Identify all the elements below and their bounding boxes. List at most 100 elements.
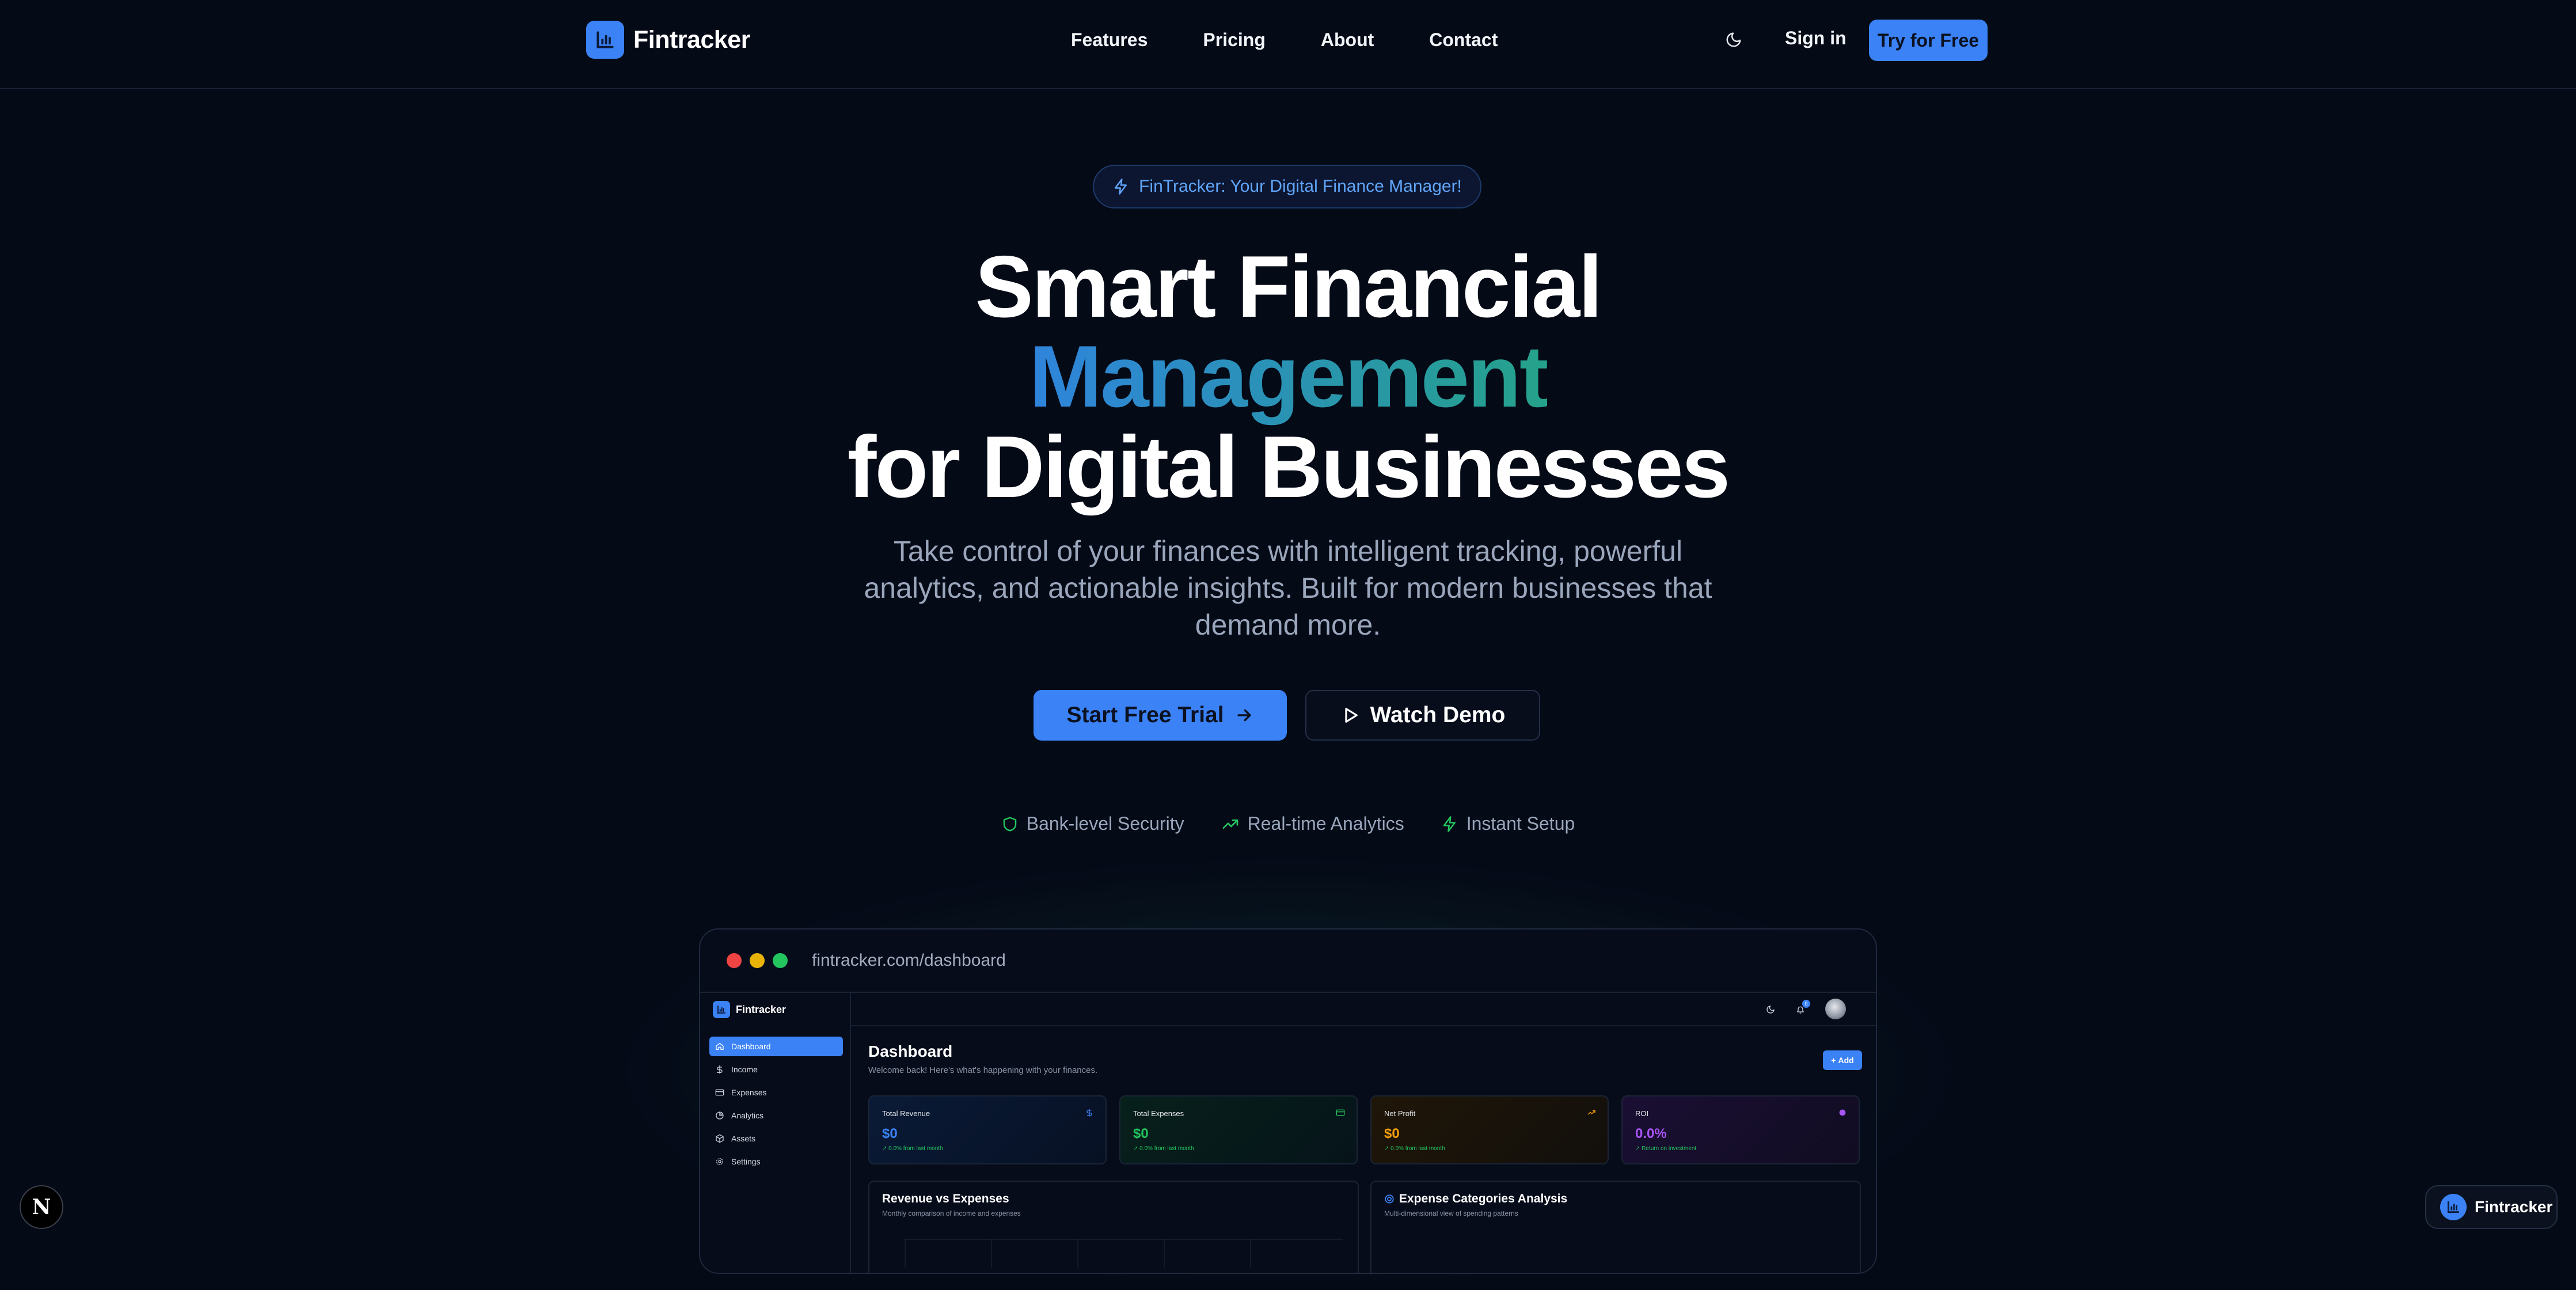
window-close-dot <box>727 953 742 968</box>
stat-value: 0.0% <box>1635 1126 1667 1141</box>
home-icon <box>716 1043 724 1050</box>
stat-value: $0 <box>1384 1126 1400 1141</box>
revenue-vs-expenses-panel: Revenue vs Expenses Monthly comparison o… <box>868 1181 1359 1273</box>
nav-links: Features Pricing About Contact <box>1071 26 1553 53</box>
theme-toggle-button[interactable] <box>1720 26 1747 53</box>
notification-count: 0 <box>1802 1000 1810 1008</box>
nav-link-contact[interactable]: Contact <box>1429 29 1498 51</box>
expense-categories-panel: Expense Categories Analysis Multi-dimens… <box>1370 1181 1861 1273</box>
stat-change: ↗ 0.0% from last month <box>1133 1145 1194 1152</box>
play-icon <box>1344 708 1358 723</box>
try-for-free-button[interactable]: Try for Free <box>1869 20 1988 61</box>
sidebar-item-income[interactable]: Income <box>709 1060 843 1079</box>
stat-change: ↗ 0.0% from last month <box>882 1145 943 1152</box>
sidebar-item-label: Income <box>731 1065 758 1074</box>
add-button[interactable]: + Add <box>1823 1050 1862 1070</box>
feature-analytics: Real-time Analytics <box>1221 813 1404 834</box>
stat-label: Total Revenue <box>882 1109 930 1118</box>
top-nav: Fintracker Features Pricing About Contac… <box>0 0 2576 89</box>
sign-in-link[interactable]: Sign in <box>1785 28 1846 49</box>
stat-card-net-profit: Net Profit $0 ↗ 0.0% from last month <box>1370 1095 1609 1164</box>
trending-up-icon <box>1587 1110 1595 1115</box>
box-icon <box>716 1134 724 1143</box>
preview-theme-toggle[interactable] <box>1762 1001 1779 1018</box>
stat-value: $0 <box>882 1126 898 1141</box>
panel-title-row: Expense Categories Analysis <box>1384 1192 1860 1206</box>
pie-chart-icon <box>716 1111 724 1120</box>
lightning-icon <box>1443 815 1456 832</box>
dashboard-title: Dashboard <box>868 1042 953 1060</box>
fintracker-chip[interactable]: Fintracker <box>2425 1185 2558 1229</box>
hero-title-line-3: for Digital Businesses <box>847 418 1730 516</box>
lightning-icon <box>1114 179 1127 195</box>
shield-icon <box>1003 817 1016 831</box>
chart-grid <box>905 1239 1343 1268</box>
start-free-trial-button[interactable]: Start Free Trial <box>1034 690 1287 741</box>
preview-brand: Fintracker <box>713 1001 786 1018</box>
panel-subtitle: Multi-dimensional view of spending patte… <box>1384 1209 1518 1217</box>
hero-badge: FinTracker: Your Digital Finance Manager… <box>1093 165 1481 208</box>
stat-label: Net Profit <box>1384 1109 1416 1118</box>
hero-title-line-2: Management <box>0 332 2576 422</box>
stat-label: Total Expenses <box>1133 1109 1184 1118</box>
feature-setup-label: Instant Setup <box>1466 813 1575 834</box>
sidebar-item-assets[interactable]: Assets <box>709 1129 843 1148</box>
stat-change: ↗ Return on investment <box>1635 1145 1697 1152</box>
target-icon <box>1385 1194 1394 1204</box>
sidebar-item-label: Expenses <box>731 1088 767 1097</box>
hero-title-highlight: Management <box>1029 328 1548 426</box>
dollar-icon <box>1086 1109 1092 1117</box>
nav-link-features[interactable]: Features <box>1071 29 1148 51</box>
browser-bar: fintracker.com/dashboard <box>700 929 1876 993</box>
sidebar-item-settings[interactable]: Settings <box>709 1152 843 1171</box>
sidebar-item-label: Settings <box>731 1157 761 1166</box>
stat-card-revenue: Total Revenue $0 ↗ 0.0% from last month <box>868 1095 1107 1164</box>
gear-icon <box>716 1158 723 1165</box>
hero-title-line-1: Smart Financial <box>975 238 1603 336</box>
sidebar-item-analytics[interactable]: Analytics <box>709 1106 843 1125</box>
window-maximize-dot <box>773 953 788 968</box>
stat-card-roi: ROI 0.0% ↗ Return on investment <box>1621 1095 1860 1164</box>
panel-title: Expense Categories Analysis <box>1399 1192 1568 1205</box>
nav-link-about[interactable]: About <box>1321 29 1374 51</box>
sidebar-item-expenses[interactable]: Expenses <box>709 1083 843 1102</box>
panel-title: Revenue vs Expenses <box>882 1192 1009 1205</box>
brand-name: Fintracker <box>633 25 750 54</box>
browser-url: fintracker.com/dashboard <box>812 951 1006 970</box>
hero-subtitle: Take control of your finances with intel… <box>864 535 1712 641</box>
feature-security: Bank-level Security <box>1001 813 1184 834</box>
target-icon <box>1839 1109 1846 1116</box>
avatar[interactable] <box>1825 999 1846 1019</box>
preview-sidebar: Fintracker Dashboard Income Expenses Ana… <box>700 993 851 1273</box>
panel-subtitle: Monthly comparison of income and expense… <box>882 1209 1021 1217</box>
window-minimize-dot <box>750 953 765 968</box>
moon-icon <box>1766 1006 1775 1014</box>
bar-chart-icon <box>713 1001 730 1018</box>
dev-tools-badge[interactable]: N <box>20 1185 63 1229</box>
brand-logo-link[interactable]: Fintracker <box>586 21 750 59</box>
hero-features: Bank-level Security Real-time Analytics … <box>0 813 2576 834</box>
start-free-trial-label: Start Free Trial <box>1066 703 1224 727</box>
bar-chart-icon <box>586 21 624 59</box>
preview-brand-name: Fintracker <box>736 1003 787 1015</box>
sidebar-item-label: Dashboard <box>731 1042 771 1051</box>
credit-card-icon <box>1336 1109 1345 1116</box>
sidebar-item-label: Analytics <box>731 1111 764 1120</box>
preview-main: 0 Dashboard Welcome back! Here's what's … <box>851 993 1876 1273</box>
dashboard-preview-window: fintracker.com/dashboard Fintracker Dash… <box>699 928 1877 1274</box>
add-button-label: Add <box>1838 1056 1854 1065</box>
dashboard-subtitle: Welcome back! Here's what's happening wi… <box>868 1065 1098 1075</box>
credit-card-icon <box>715 1089 724 1096</box>
dollar-icon <box>717 1065 723 1074</box>
nav-link-pricing[interactable]: Pricing <box>1203 29 1265 51</box>
notifications-button[interactable]: 0 <box>1792 1000 1810 1018</box>
feature-security-label: Bank-level Security <box>1026 813 1184 834</box>
arrow-right-icon <box>1237 709 1251 722</box>
sidebar-item-dashboard[interactable]: Dashboard <box>709 1037 843 1056</box>
watch-demo-button[interactable]: Watch Demo <box>1305 690 1540 741</box>
bar-chart-icon <box>2440 1194 2467 1220</box>
moon-icon <box>1726 32 1741 47</box>
preview-topbar: 0 <box>851 993 1876 1026</box>
trending-up-icon <box>1222 819 1238 829</box>
hero-badge-text: FinTracker: Your Digital Finance Manager… <box>1139 177 1462 196</box>
